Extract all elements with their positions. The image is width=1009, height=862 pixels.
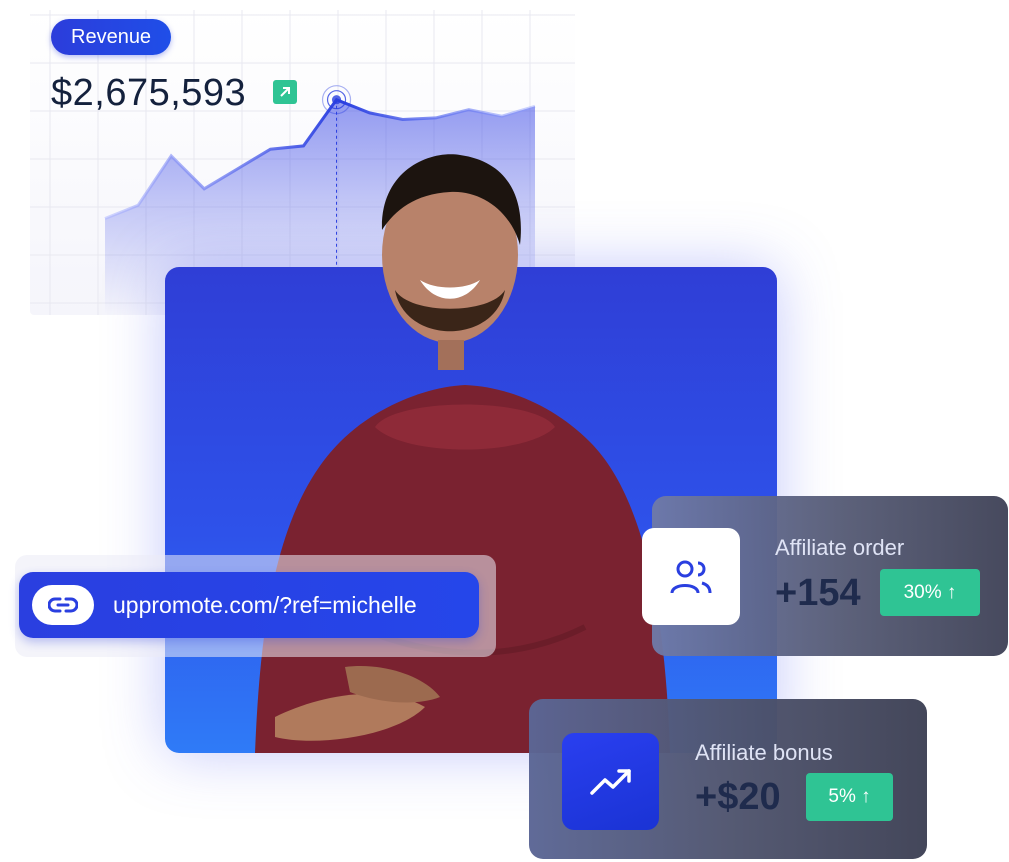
users-icon — [642, 528, 740, 625]
chart-point — [270, 149, 271, 150]
revenue-badge: Revenue — [51, 19, 172, 55]
link-icon — [32, 585, 94, 625]
chart-point — [204, 188, 205, 189]
chart-point — [535, 106, 536, 107]
chart-point — [501, 116, 502, 117]
chart-point — [138, 205, 139, 206]
highlight-point — [331, 95, 342, 105]
affiliate-bonus-label: Affiliate bonus — [695, 740, 833, 765]
referral-link-bar[interactable]: uppromote.com/?ref=michelle — [19, 572, 479, 638]
affiliate-order-change-badge: 30% ↑ — [880, 569, 980, 616]
trending-up-icon — [562, 733, 659, 830]
revenue-value: $2,675,593 — [51, 72, 247, 114]
affiliate-order-value: +154 — [775, 572, 861, 614]
chart-point — [435, 117, 436, 118]
affiliate-order-label: Affiliate order — [775, 535, 905, 560]
affiliate-bonus-value: +$20 — [695, 776, 781, 818]
person-head — [381, 154, 521, 370]
referral-url[interactable]: uppromote.com/?ref=michelle — [113, 572, 417, 638]
chart-point — [468, 109, 469, 110]
chart-point — [369, 112, 370, 113]
chart-point — [105, 218, 106, 219]
chart-point — [402, 119, 403, 120]
chart-point — [171, 155, 172, 156]
arrow-up-right-icon — [273, 80, 297, 104]
affiliate-bonus-change-badge: 5% ↑ — [806, 773, 893, 821]
chart-point — [237, 169, 238, 170]
chart-point — [303, 145, 304, 146]
